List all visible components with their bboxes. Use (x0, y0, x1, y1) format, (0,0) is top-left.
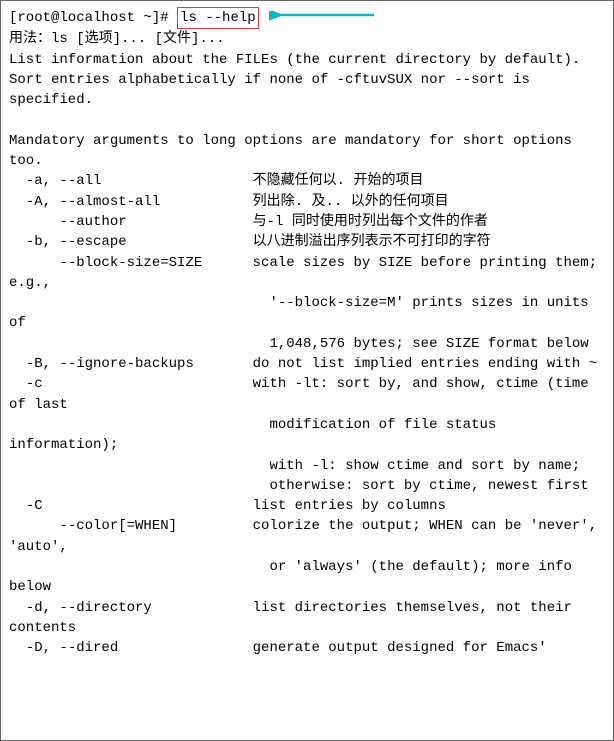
command-highlight-box: ls --help (177, 7, 259, 29)
arrow-icon (269, 11, 379, 31)
command-text: ls --help (180, 10, 256, 26)
prompt-user-host: [root@localhost ~]# (9, 10, 169, 26)
terminal-output: 用法：ls [选项]... [文件]... List information a… (9, 29, 605, 658)
annotation-arrow (269, 11, 379, 38)
